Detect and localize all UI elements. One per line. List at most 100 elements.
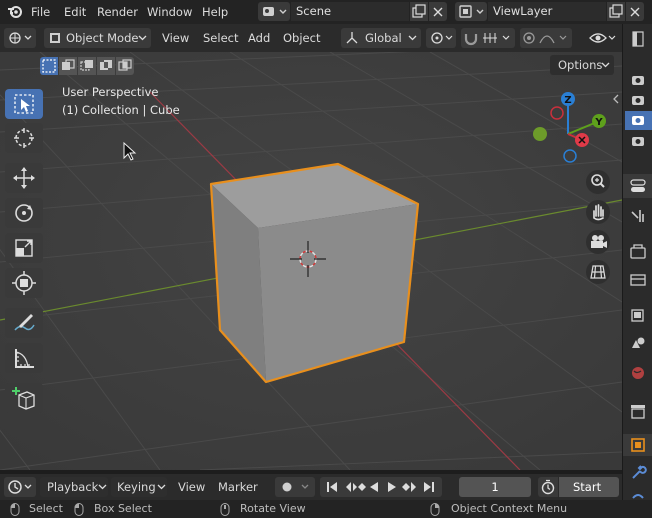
new-viewlayer-button[interactable] bbox=[607, 2, 625, 21]
start-frame-field[interactable]: Start bbox=[559, 477, 619, 497]
tool-measure[interactable] bbox=[5, 343, 43, 373]
perspective-toggle-button[interactable] bbox=[585, 259, 611, 285]
select-intersect-icon bbox=[118, 59, 132, 71]
pivot-icon bbox=[431, 32, 453, 44]
scene-icon[interactable] bbox=[632, 337, 645, 349]
select-new-button[interactable] bbox=[40, 57, 58, 75]
gizmo-neg-y[interactable] bbox=[533, 127, 547, 141]
output-camera-icon[interactable] bbox=[632, 96, 644, 105]
3d-viewport[interactable]: Options User Perspective (1) Collection … bbox=[0, 52, 622, 470]
camera-icon bbox=[586, 230, 610, 254]
playback-label: Playback bbox=[47, 480, 99, 494]
tools-icon[interactable] bbox=[631, 210, 644, 222]
navigation-gizmo[interactable]: Z Y bbox=[530, 89, 612, 169]
current-frame-field[interactable]: 1 bbox=[459, 477, 531, 497]
play-reverse-icon[interactable] bbox=[370, 482, 378, 492]
snapping-controls[interactable] bbox=[461, 28, 515, 48]
stopwatch-icon bbox=[541, 479, 555, 495]
3d-viewport-icon bbox=[9, 32, 32, 44]
output-icon[interactable] bbox=[630, 274, 646, 286]
playback-controls bbox=[320, 477, 442, 497]
header-menu-object[interactable]: Object bbox=[283, 28, 320, 48]
zoom-button[interactable] bbox=[585, 169, 611, 195]
modifier-wrench-icon[interactable] bbox=[632, 465, 647, 479]
menu-edit[interactable]: Edit bbox=[64, 0, 86, 24]
gizmo-neg-x[interactable] bbox=[550, 106, 564, 120]
view-layer-camera-icon[interactable] bbox=[632, 116, 644, 125]
status-bar: Select Box Select Rotate View Object Con… bbox=[0, 500, 652, 518]
collapse-icon[interactable] bbox=[632, 31, 644, 47]
chevron-left-icon[interactable] bbox=[612, 93, 620, 105]
select-extend-button[interactable] bbox=[59, 57, 77, 75]
measure-icon bbox=[15, 349, 34, 368]
tool-cursor[interactable] bbox=[5, 123, 43, 153]
delete-scene-button[interactable] bbox=[429, 2, 447, 21]
jump-keyframe-back-icon[interactable] bbox=[346, 482, 366, 492]
tool-transform[interactable] bbox=[5, 268, 43, 298]
timeline-header: Playback Keying View Marker 1 Start bbox=[0, 474, 622, 500]
duplicate-icon bbox=[412, 4, 426, 18]
header-menu-add[interactable]: Add bbox=[248, 28, 270, 48]
delete-viewlayer-button[interactable] bbox=[626, 2, 644, 21]
header-menu-select[interactable]: Select bbox=[203, 28, 238, 48]
pan-button[interactable] bbox=[585, 199, 611, 225]
scene-type-dropdown[interactable] bbox=[258, 2, 290, 21]
select-difference-button[interactable] bbox=[97, 57, 115, 75]
view-layer-icon[interactable] bbox=[631, 309, 644, 322]
blender-logo-icon[interactable] bbox=[5, 0, 25, 24]
perspective-label: User Perspective bbox=[62, 85, 159, 99]
viewlayer-type-dropdown[interactable] bbox=[455, 2, 487, 21]
menu-file[interactable]: File bbox=[31, 0, 50, 24]
tool-rotate[interactable] bbox=[5, 198, 43, 228]
mouse-drag-icon bbox=[74, 503, 84, 516]
render-camera-icon[interactable] bbox=[632, 76, 644, 85]
menu-help[interactable]: Help bbox=[202, 0, 228, 24]
collection-icon[interactable] bbox=[631, 405, 645, 419]
play-icon[interactable] bbox=[388, 482, 396, 492]
header-menu-view[interactable]: View bbox=[162, 28, 189, 48]
tool-scale[interactable] bbox=[5, 233, 43, 263]
scale-icon bbox=[15, 239, 33, 257]
timeline-editor-type-dropdown[interactable] bbox=[4, 477, 36, 497]
object-mode-icon bbox=[50, 33, 60, 43]
tool-add-cube[interactable] bbox=[5, 383, 43, 413]
close-icon bbox=[630, 7, 640, 17]
tool-move[interactable] bbox=[5, 163, 43, 193]
mode-dropdown[interactable]: Object Mode bbox=[44, 28, 151, 48]
timeline-menu-view[interactable]: View bbox=[178, 477, 205, 497]
jump-end-icon[interactable] bbox=[424, 482, 434, 492]
jump-keyframe-forward-icon[interactable] bbox=[402, 482, 416, 492]
menu-window[interactable]: Window bbox=[147, 0, 192, 24]
keying-menu[interactable]: Keying bbox=[111, 477, 167, 497]
annotate-icon bbox=[14, 314, 35, 331]
visibility-dropdown[interactable] bbox=[587, 28, 619, 48]
select-box-icon bbox=[14, 94, 34, 114]
viewport-header: Object Mode View Select Add Object Globa… bbox=[0, 24, 622, 52]
timeline-menu-marker[interactable]: Marker bbox=[218, 477, 258, 497]
auto-keying-toggle[interactable] bbox=[275, 477, 315, 497]
scene-camera-icon[interactable] bbox=[632, 137, 644, 146]
editor-type-dropdown[interactable] bbox=[4, 28, 36, 48]
select-subtract-button[interactable] bbox=[78, 57, 96, 75]
world-icon[interactable] bbox=[632, 367, 644, 379]
render-icon[interactable] bbox=[630, 244, 646, 259]
select-intersect-button[interactable] bbox=[116, 57, 134, 75]
options-dropdown[interactable]: Options bbox=[550, 55, 614, 75]
new-scene-button[interactable] bbox=[410, 2, 428, 21]
jump-start-icon[interactable] bbox=[327, 482, 337, 492]
pivot-point-dropdown[interactable] bbox=[426, 28, 456, 48]
tool-select-box[interactable] bbox=[5, 89, 43, 119]
particles-icon[interactable] bbox=[632, 494, 644, 499]
menu-render[interactable]: Render bbox=[97, 0, 138, 24]
proportional-editing-controls[interactable] bbox=[520, 28, 572, 48]
viewlayer-selector[interactable]: ViewLayer bbox=[455, 2, 645, 21]
tool-annotate[interactable] bbox=[5, 308, 43, 338]
camera-view-button[interactable] bbox=[585, 229, 611, 255]
transform-orientation-dropdown[interactable]: Global bbox=[341, 28, 421, 48]
scene-icon bbox=[263, 7, 287, 16]
preview-range-toggle[interactable] bbox=[538, 477, 558, 497]
scene-selector[interactable]: Scene bbox=[258, 2, 448, 21]
gizmo-neg-z[interactable] bbox=[563, 149, 577, 163]
playback-menu[interactable]: Playback bbox=[40, 477, 108, 497]
chevron-down-icon bbox=[408, 35, 417, 41]
